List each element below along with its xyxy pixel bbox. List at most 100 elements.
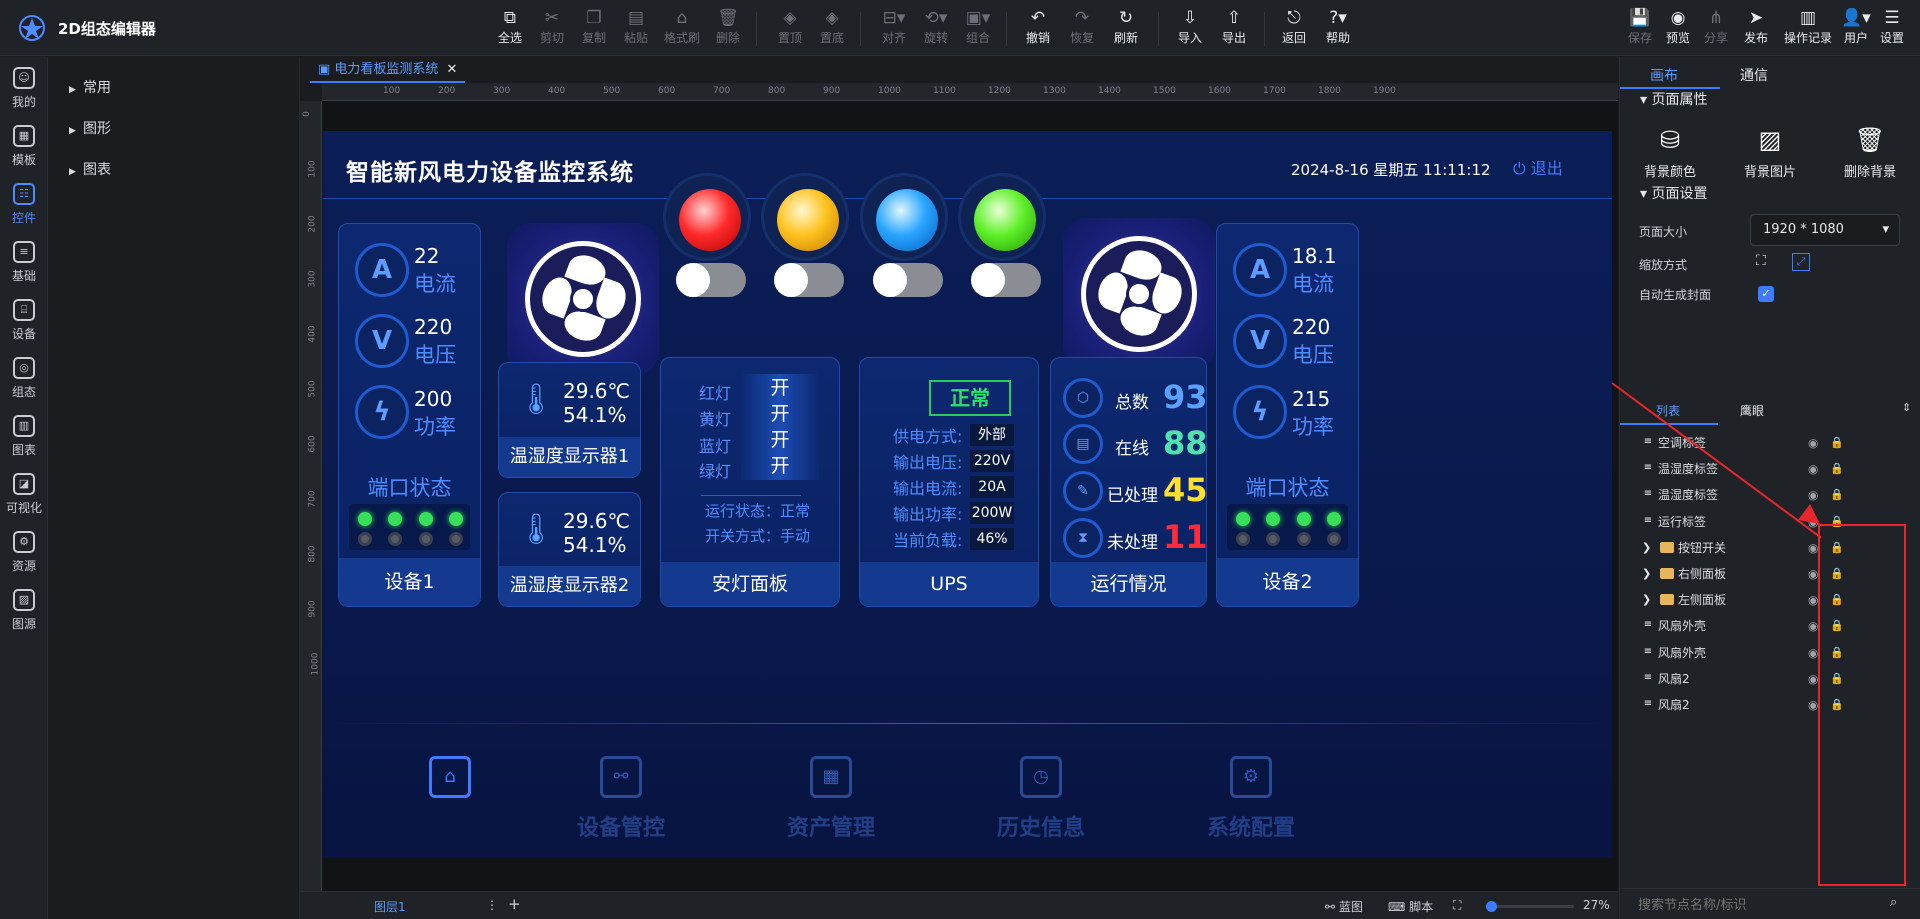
eye-icon[interactable]: ◉: [1808, 535, 1818, 561]
redo-button[interactable]: ↷ 恢复: [1060, 6, 1104, 52]
nav-history[interactable]: ◷ 历史信息: [971, 756, 1111, 842]
chevron-right-icon[interactable]: ❯: [1642, 535, 1651, 561]
stretch-icon[interactable]: ⤢: [1792, 253, 1810, 271]
document-tab[interactable]: ▣ 电力看板监测系统 ✕: [310, 57, 466, 83]
layer-item[interactable]: ≡ 空调标签 ◉ 🔒: [1620, 430, 1900, 456]
nav-system-config[interactable]: ⚙ 系统配置: [1181, 756, 1321, 842]
nav-item-mine[interactable]: ☺ 我的: [0, 57, 48, 121]
back-button[interactable]: ⎋ 返回: [1272, 6, 1316, 52]
eye-icon[interactable]: ◉: [1808, 640, 1818, 666]
search-icon[interactable]: ⌕: [1890, 895, 1897, 910]
red-lamp-toggle[interactable]: [676, 263, 746, 297]
eye-icon[interactable]: ◉: [1808, 430, 1818, 456]
eye-icon[interactable]: ◉: [1808, 561, 1818, 587]
layer-item[interactable]: ≡ 温湿度标签 ◉ 🔒: [1620, 482, 1900, 508]
fit-view-icon[interactable]: ⛶: [1453, 898, 1461, 913]
nav-item-image-source[interactable]: ▨ 图源: [0, 579, 48, 643]
temp-humidity-panel-1[interactable]: 🌡 29.6℃ 54.1% 温湿度显示器1: [498, 362, 641, 478]
script-button[interactable]: ⌨ 脚本: [1388, 898, 1433, 915]
nav-item-visual[interactable]: ◪ 可视化: [0, 463, 48, 527]
nav-asset-management[interactable]: ▦ 资产管理: [761, 756, 901, 842]
layer-tab[interactable]: 图层1: [374, 898, 406, 915]
eye-icon[interactable]: ◉: [1808, 613, 1818, 639]
publish-button[interactable]: ➤ 发布: [1734, 6, 1778, 52]
send-bottom-button[interactable]: ◈ 置底: [810, 6, 854, 52]
nav-item-basic[interactable]: ≡ 基础: [0, 231, 48, 295]
green-lamp-toggle[interactable]: [971, 263, 1041, 297]
bg-image-button[interactable]: ▨ 背景图片: [1720, 125, 1820, 180]
tree-item-shapes[interactable]: ▶ 图形: [69, 118, 111, 138]
nav-item-widgets[interactable]: ☷ 控件: [0, 173, 48, 237]
run-status-panel[interactable]: ⬡ 总数 93 ▤ 在线 88 ✎ 已处理 45 ⧗ 未处理 11 运行情况: [1050, 357, 1208, 607]
export-button[interactable]: ⇧ 导出: [1212, 6, 1256, 52]
group-button[interactable]: ▣▾ 组合: [956, 6, 1000, 52]
bg-delete-button[interactable]: 🗑 删除背景: [1820, 125, 1920, 180]
share-button[interactable]: ⋔ 分享: [1694, 6, 1738, 52]
chevron-right-icon[interactable]: ❯: [1642, 587, 1651, 613]
cut-button[interactable]: ✂ 剪切: [530, 6, 574, 52]
nav-device-control[interactable]: ⚯ 设备管控: [551, 756, 691, 842]
more-vertical-icon[interactable]: ⋮: [486, 898, 498, 912]
copy-button[interactable]: ❐ 复制: [572, 6, 616, 52]
eye-icon[interactable]: ◉: [1808, 587, 1818, 613]
tab-communication[interactable]: 通信: [1740, 65, 1768, 85]
help-button[interactable]: ?▾ 帮助: [1316, 6, 1360, 52]
rotate-button[interactable]: ⟲▾ 旋转: [914, 6, 958, 52]
paste-button[interactable]: ▤ 粘贴: [614, 6, 658, 52]
yellow-lamp-toggle[interactable]: [774, 263, 844, 297]
lock-icon[interactable]: 🔒: [1830, 430, 1844, 456]
refresh-button[interactable]: ↻ 刷新: [1104, 6, 1148, 52]
operation-log-button[interactable]: ▥ 操作记录: [1782, 6, 1834, 52]
ups-panel[interactable]: 正常 供电方式: 外部 输出电压: 220V 输出电流: 20A 输出功率: 2…: [859, 357, 1039, 607]
temp-humidity-panel-2[interactable]: 🌡 29.6℃ 54.1% 温湿度显示器2: [498, 492, 641, 607]
bg-color-button[interactable]: ⛁ 背景颜色: [1620, 125, 1720, 180]
dashboard-board[interactable]: 智能新风电力设备监控系统 2024-8-16 星期五 11:11:12 ⏻ 退出…: [323, 131, 1612, 857]
blueprint-button[interactable]: ⚯ 蓝图: [1325, 898, 1363, 915]
zoom-slider[interactable]: [1486, 901, 1574, 912]
page-size-select[interactable]: 1920 * 1080 ▾: [1750, 214, 1900, 246]
import-button[interactable]: ⇩ 导入: [1168, 6, 1212, 52]
tab-canvas[interactable]: 画布: [1650, 65, 1678, 85]
format-brush-button[interactable]: ⌂ 格式刷: [660, 6, 704, 52]
device2-panel[interactable]: A 18.1 电流 V 220 电压 ϟ 215 功率 端口状态 设备2: [1216, 223, 1359, 607]
nav-home[interactable]: ⌂: [380, 756, 520, 798]
eye-icon[interactable]: ◉: [1808, 692, 1818, 718]
tree-item-charts[interactable]: ▶ 图表: [69, 159, 111, 179]
nav-item-template[interactable]: ▦ 模板: [0, 115, 48, 179]
nav-item-config[interactable]: ◎ 组态: [0, 347, 48, 411]
bring-top-button[interactable]: ◈ 置顶: [768, 6, 812, 52]
tab-eagle-eye[interactable]: 鹰眼: [1740, 402, 1764, 419]
page-settings-header[interactable]: ▾ 页面设置: [1640, 183, 1707, 203]
lock-icon[interactable]: 🔒: [1830, 456, 1844, 482]
sort-icon[interactable]: ⇕: [1902, 401, 1911, 414]
auto-cover-checkbox[interactable]: ✓: [1758, 286, 1774, 302]
page-properties-header[interactable]: ▾ 页面属性: [1640, 89, 1707, 109]
align-button[interactable]: ⊟▾ 对齐: [872, 6, 916, 52]
tree-item-common[interactable]: ▶ 常用: [69, 77, 111, 97]
fan-2[interactable]: [1063, 218, 1215, 370]
eye-icon[interactable]: ◉: [1808, 666, 1818, 692]
logout-button[interactable]: ⏻ 退出: [1513, 155, 1563, 179]
blue-lamp-toggle[interactable]: [873, 263, 943, 297]
nav-item-resource[interactable]: ⚙ 资源: [0, 521, 48, 585]
system-config-icon: ⚙: [1230, 756, 1272, 798]
select-all-button[interactable]: ⧉ 全选: [488, 6, 532, 52]
zoom-handle[interactable]: [1486, 901, 1497, 912]
scale-mode-label: 缩放方式: [1639, 258, 1688, 272]
add-layer-icon[interactable]: +: [508, 895, 521, 913]
andon-panel[interactable]: 红灯 开 黄灯 开 蓝灯 开 绿灯 开 运行状态：正常 开关方式：手动 安灯面板: [660, 357, 840, 607]
nav-item-chart[interactable]: ▥ 图表: [0, 405, 48, 469]
settings-button[interactable]: ☰ 设置: [1870, 6, 1914, 52]
lock-icon[interactable]: 🔒: [1830, 482, 1844, 508]
nav-item-device[interactable]: ⌸ 设备: [0, 289, 48, 353]
node-search-input[interactable]: [1638, 895, 1878, 915]
device1-panel[interactable]: A 22 电流 V 220 电压 ϟ 200 功率 端口状态 设备1: [338, 223, 481, 607]
chevron-right-icon[interactable]: ❯: [1642, 561, 1651, 587]
undo-button[interactable]: ↶ 撤销: [1016, 6, 1060, 52]
layer-item[interactable]: ≡ 温湿度标签 ◉ 🔒: [1620, 456, 1900, 482]
fan-1[interactable]: [507, 223, 659, 375]
eye-icon[interactable]: ◉: [1808, 456, 1818, 482]
fit-screen-icon[interactable]: ⛶: [1756, 253, 1766, 269]
close-icon[interactable]: ✕: [446, 62, 457, 77]
delete-button[interactable]: 🗑 删除: [706, 6, 750, 52]
